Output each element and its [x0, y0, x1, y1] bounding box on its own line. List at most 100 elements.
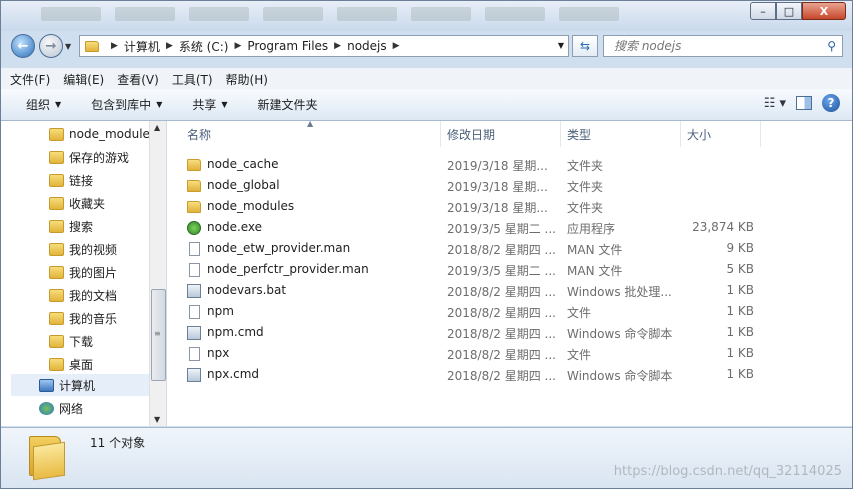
folder-icon — [49, 219, 64, 233]
file-size: 1 KB — [726, 346, 754, 360]
file-type: Windows 命令脚本 — [567, 369, 673, 383]
refresh-icon: ⇆ — [579, 39, 591, 53]
chevron-down-icon: ▼ — [221, 100, 228, 109]
nav-item-music[interactable]: 我的音乐 — [49, 307, 117, 329]
nav-item-videos[interactable]: 我的视频 — [49, 238, 117, 260]
file-row[interactable]: npm 2018/8/2 星期四 ... 文件 1 KB — [167, 301, 852, 322]
nav-item-links[interactable]: 链接 — [49, 169, 93, 191]
file-name: node_etw_provider.man — [207, 241, 351, 255]
menu-file[interactable]: 文件(F) — [10, 71, 50, 88]
nav-item-desktop[interactable]: 桌面 — [49, 353, 93, 375]
folder-icon — [85, 40, 99, 52]
refresh-button[interactable]: ⇆ — [572, 35, 598, 57]
folder-icon — [29, 436, 65, 481]
file-name: npx.cmd — [207, 367, 260, 381]
share-button[interactable]: 共享 ▼ — [192, 96, 227, 113]
recent-pages-dropdown[interactable]: ▼ — [65, 42, 71, 51]
column-header-size[interactable]: 大小 — [681, 121, 761, 147]
folder-icon — [49, 288, 64, 302]
file-row[interactable]: node_etw_provider.man 2018/8/2 星期四 ... MAN… — [167, 238, 852, 259]
file-row[interactable]: npm.cmd 2018/8/2 星期四 ... Windows 命令脚本 1 KB — [167, 322, 852, 343]
file-name: node_modules — [207, 199, 295, 213]
close-button[interactable]: X — [802, 2, 846, 20]
nav-item-documents[interactable]: 我的文档 — [49, 284, 117, 306]
explorer-window: – □ X ← → ▼ ▶ 计算机 ▶ 系统 (C:) ▶ Program File… — [0, 0, 853, 489]
nav-item-node-module[interactable]: node_module — [49, 123, 150, 145]
file-date: 2018/8/2 星期四 ... — [447, 306, 556, 320]
file-icon — [189, 242, 200, 256]
address-row: ← → ▼ ▶ 计算机 ▶ 系统 (C:) ▶ Program Files ▶ nod… — [1, 31, 852, 63]
file-name: npx — [207, 346, 230, 360]
organize-button[interactable]: 组织 ▼ — [26, 96, 61, 113]
network-icon — [39, 401, 54, 415]
column-header-date[interactable]: 修改日期 — [441, 121, 561, 147]
help-icon[interactable]: ? — [822, 94, 840, 112]
new-folder-button[interactable]: 新建文件夹 — [258, 96, 318, 113]
file-row[interactable]: npx 2018/8/2 星期四 ... 文件 1 KB — [167, 343, 852, 364]
watermark-text: https://blog.csdn.net/qq_32114025 — [613, 464, 842, 479]
file-row[interactable]: node.exe 2019/3/5 星期二 ... 应用程序 23,874 KB — [167, 217, 852, 238]
breadcrumb-program-files[interactable]: Program Files ▶ — [247, 39, 347, 53]
nav-scrollbar[interactable]: ▲ ≡ ▼ — [149, 121, 166, 426]
include-library-button[interactable]: 包含到库中 ▼ — [91, 96, 162, 113]
file-row[interactable]: node_cache 2019/3/18 星期... 文件夹 — [167, 154, 852, 175]
nav-item-saved-games[interactable]: 保存的游戏 — [49, 146, 129, 168]
search-input[interactable] — [612, 38, 816, 54]
file-type: 文件夹 — [567, 201, 604, 215]
script-icon — [187, 368, 201, 382]
address-dropdown[interactable]: ▼ — [558, 41, 564, 50]
folder-icon — [49, 242, 64, 256]
search-icon[interactable]: ⚲ — [827, 39, 836, 53]
file-row[interactable]: npx.cmd 2018/8/2 星期四 ... Windows 命令脚本 1 KB — [167, 364, 852, 385]
file-row[interactable]: node_modules 2019/3/18 星期... 文件夹 — [167, 196, 852, 217]
folder-icon — [49, 334, 64, 348]
preview-pane-icon[interactable] — [796, 96, 812, 110]
folder-icon — [187, 180, 201, 192]
menu-view[interactable]: 查看(V) — [117, 71, 159, 88]
nav-item-network[interactable]: 网络 — [39, 397, 83, 419]
scroll-grip-icon: ≡ — [154, 329, 161, 338]
column-header-name[interactable]: 名称 — [181, 121, 441, 147]
file-row[interactable]: nodevars.bat 2018/8/2 星期四 ... Windows 批处理.… — [167, 280, 852, 301]
menu-tools[interactable]: 工具(T) — [172, 71, 213, 88]
breadcrumb-computer[interactable]: 计算机 ▶ — [124, 38, 179, 55]
nav-item-downloads[interactable]: 下载 — [49, 330, 93, 352]
breadcrumb-sep[interactable]: ▶ — [105, 41, 124, 51]
file-name: npm.cmd — [207, 325, 264, 339]
file-type: Windows 批处理... — [567, 285, 672, 299]
breadcrumb-system-c[interactable]: 系统 (C:) ▶ — [179, 38, 248, 55]
nav-item-favorites[interactable]: 收藏夹 — [49, 192, 105, 214]
minimize-button[interactable]: – — [750, 2, 776, 20]
menu-edit[interactable]: 编辑(E) — [63, 71, 104, 88]
maximize-button[interactable]: □ — [776, 2, 802, 20]
script-icon — [187, 326, 201, 340]
status-bar: 11 个对象 https://blog.csdn.net/qq_32114025 — [1, 427, 852, 488]
file-type: 文件夹 — [567, 180, 604, 194]
back-button[interactable]: ← — [11, 34, 35, 58]
nav-item-pictures[interactable]: 我的图片 — [49, 261, 117, 283]
file-icon — [189, 347, 200, 361]
breadcrumb-nodejs[interactable]: nodejs ▶ — [347, 39, 405, 53]
file-size: 9 KB — [726, 241, 754, 255]
forward-button[interactable]: → — [39, 34, 63, 58]
file-type: 文件 — [567, 348, 592, 362]
address-bar[interactable]: ▶ 计算机 ▶ 系统 (C:) ▶ Program Files ▶ nodejs ▶ ▼ — [79, 35, 569, 57]
file-size: 23,874 KB — [692, 220, 754, 234]
file-date: 2019/3/5 星期二 ... — [447, 264, 556, 278]
file-icon — [189, 305, 200, 319]
file-name: node.exe — [207, 220, 263, 234]
file-date: 2019/3/18 星期... — [447, 201, 548, 215]
scroll-up-icon[interactable]: ▲ — [154, 123, 160, 132]
view-options-icon[interactable]: ☷ ▾ — [764, 96, 786, 111]
scroll-down-icon[interactable]: ▼ — [154, 415, 160, 424]
file-row[interactable]: node_perfctr_provider.man 2019/3/5 星期二 ..… — [167, 259, 852, 280]
column-header-type[interactable]: 类型 — [561, 121, 681, 147]
file-row[interactable]: node_global 2019/3/18 星期... 文件夹 — [167, 175, 852, 196]
nav-item-searches[interactable]: 搜索 — [49, 215, 93, 237]
file-size: 1 KB — [726, 304, 754, 318]
file-type: MAN 文件 — [567, 243, 623, 257]
menu-help[interactable]: 帮助(H) — [226, 71, 268, 88]
file-type: 文件夹 — [567, 159, 604, 173]
file-date: 2018/8/2 星期四 ... — [447, 348, 556, 362]
nav-item-computer[interactable]: 计算机 — [11, 374, 149, 396]
